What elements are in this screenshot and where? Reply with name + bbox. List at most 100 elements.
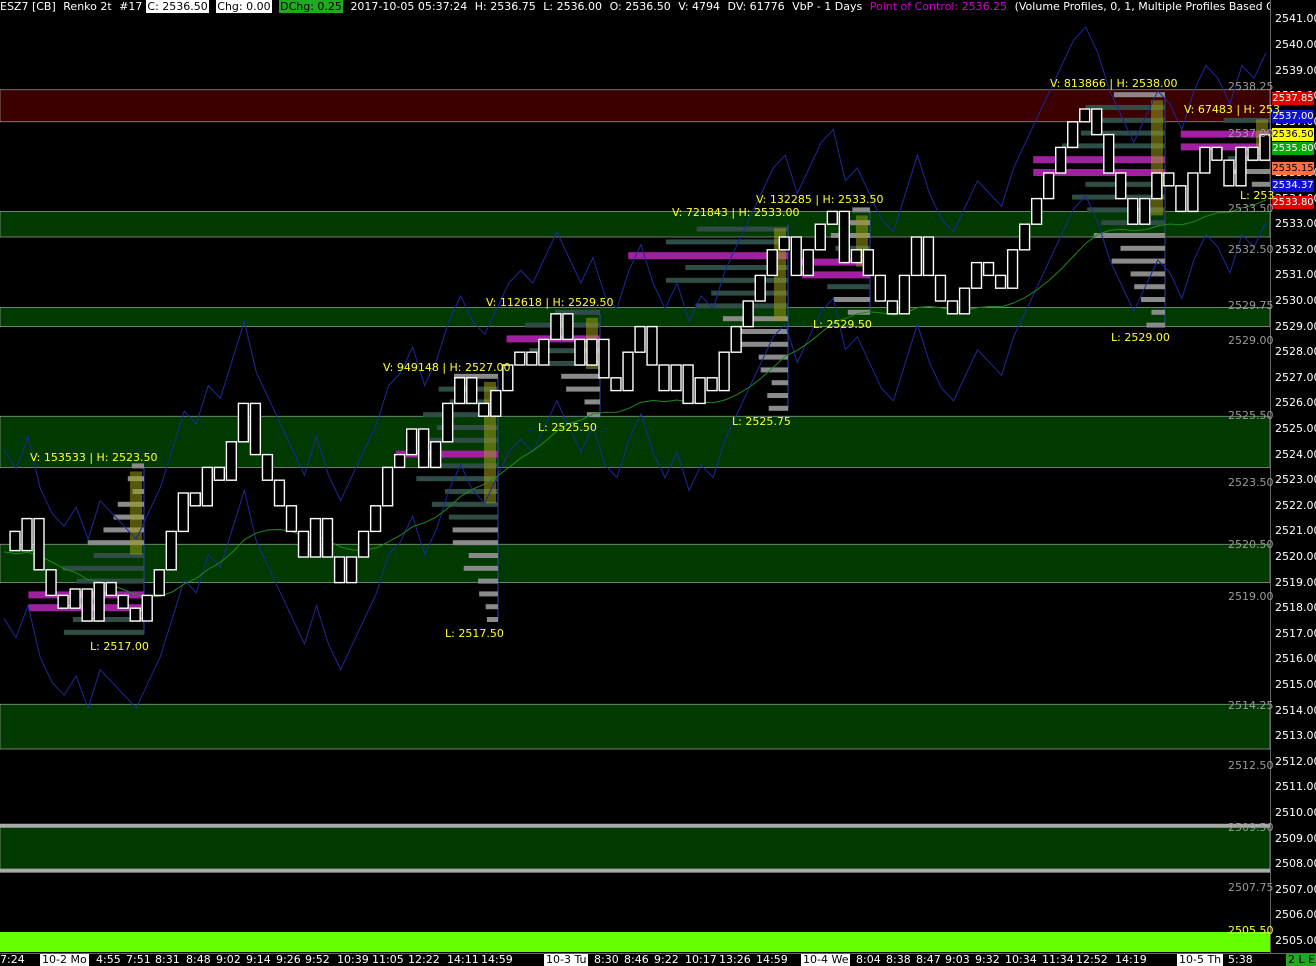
price-tick: 2531.00 xyxy=(1275,268,1316,282)
time-tick: 8:04 xyxy=(856,953,881,966)
renko-brick xyxy=(345,556,358,584)
profile-bar xyxy=(452,527,498,533)
renko-brick xyxy=(1211,146,1223,161)
renko-brick xyxy=(141,594,153,622)
time-tick: 10-5 Th xyxy=(1177,953,1224,966)
zone-price-label: 2505.50 xyxy=(1228,924,1274,937)
renko-brick xyxy=(381,466,394,507)
renko-brick xyxy=(958,287,971,315)
price-tick: 2528.00 xyxy=(1275,345,1316,359)
profile-bar xyxy=(665,239,788,245)
profile-bar xyxy=(736,341,788,347)
renko-brick xyxy=(658,364,670,392)
renko-brick xyxy=(898,274,911,315)
renko-brick xyxy=(706,377,718,392)
renko-brick xyxy=(33,517,45,571)
time-tick: 9:22 xyxy=(654,953,679,966)
profile-bar xyxy=(561,373,600,379)
time-tick: 14:11 xyxy=(447,953,479,966)
renko-brick xyxy=(514,351,526,366)
renko-brick xyxy=(213,466,225,481)
renko-brick xyxy=(1187,172,1199,213)
price-tick: 2510.00 xyxy=(1275,806,1316,819)
volume-profile-label: L: 253 xyxy=(1240,189,1275,202)
time-tick: 9:02 xyxy=(216,953,241,966)
time-tick: 8:30 xyxy=(594,953,619,966)
volume-profile-label: V: 132285 | H: 2533.50 xyxy=(756,193,884,206)
profile-bar xyxy=(1251,181,1270,187)
volume-profile-label: V: 67483 | H: 253 xyxy=(1184,103,1280,116)
renko-brick xyxy=(946,300,959,315)
renko-brick xyxy=(550,313,562,341)
datetime-text: 2017-10-05 05:37:24 xyxy=(350,0,468,13)
price-tick: 2507.00 xyxy=(1275,882,1316,896)
renko-brick xyxy=(790,236,802,277)
zone-price-label: 2514.25 xyxy=(1228,699,1274,712)
renko-brick xyxy=(117,594,129,609)
time-tick: 8:47 xyxy=(916,953,941,966)
price-tick: 2514.00 xyxy=(1275,703,1316,717)
change-value: Chg: 0.00 xyxy=(216,0,272,13)
renko-brick xyxy=(442,402,454,443)
poc-text: Point of Control: 2536.25 xyxy=(869,0,1008,13)
profile-bar xyxy=(767,393,788,398)
study-name: VbP - 1 Days xyxy=(792,0,863,13)
volume-profile-label: L: 2517.00 xyxy=(90,640,149,653)
volume-profile-label: V: 721843 | H: 2533.00 xyxy=(672,206,800,219)
time-tick: 8:46 xyxy=(624,953,649,966)
profile-bar xyxy=(1120,245,1165,251)
renko-brick xyxy=(285,505,298,533)
renko-brick xyxy=(333,556,346,584)
time-tick: 14:59 xyxy=(756,953,788,966)
profile-bar xyxy=(1093,233,1165,238)
support-zone xyxy=(0,211,1270,238)
zone-price-label: 2512.50 xyxy=(1228,759,1274,772)
time-tick: 14:19 xyxy=(1115,953,1147,966)
zone-price-label: 2537.00 xyxy=(1228,127,1274,140)
renko-brick xyxy=(454,377,466,405)
profile-bar xyxy=(63,629,144,635)
profile-bar xyxy=(452,540,498,546)
price-tick: 2532.00 xyxy=(1275,242,1316,256)
renko-brick xyxy=(994,274,1007,289)
time-tick: 9:14 xyxy=(246,953,271,966)
price-tick: 2526.00 xyxy=(1275,396,1316,410)
time-tick: 10-4 We xyxy=(801,953,851,966)
renko-brick xyxy=(1103,133,1115,174)
profile-bar xyxy=(555,309,600,315)
renko-brick xyxy=(405,428,418,456)
time-tick: 8:31 xyxy=(155,953,180,966)
renko-brick xyxy=(1067,121,1079,149)
price-tick: 2539.00 xyxy=(1275,63,1316,77)
volume-profile-label: L: 2525.75 xyxy=(732,415,791,428)
renko-brick xyxy=(393,453,406,469)
price-tick: 2508.00 xyxy=(1275,857,1316,871)
profile-bar xyxy=(768,405,788,411)
volume-profile-label: V: 949148 | H: 2527.00 xyxy=(383,361,511,374)
price-label: 2535.80 xyxy=(1272,142,1314,155)
zone-price-label: 2525.50 xyxy=(1228,409,1274,422)
renko-brick xyxy=(273,479,286,507)
renko-brick xyxy=(45,569,57,597)
renko-brick xyxy=(766,249,778,277)
renko-brick xyxy=(369,505,382,533)
renko-brick xyxy=(105,581,117,597)
volume-profile-label: V: 813866 | H: 2538.00 xyxy=(1050,77,1178,90)
zone-price-label: 2509.50 xyxy=(1228,821,1274,834)
price-tick: 2522.00 xyxy=(1275,498,1316,512)
renko-brick xyxy=(57,594,69,609)
time-tick: 13:26 xyxy=(719,953,751,966)
close-value: C: 2536.50 xyxy=(146,0,209,13)
price-label: 2535.15 xyxy=(1272,162,1314,175)
profile-bar xyxy=(1130,271,1165,277)
chart-number-text: #17 xyxy=(119,0,143,13)
renko-brick xyxy=(874,274,887,302)
time-tick: 12:22 xyxy=(408,953,440,966)
price-tick: 2527.00 xyxy=(1275,370,1316,384)
zone-price-label: 2529.75 xyxy=(1228,299,1274,312)
renko-brick xyxy=(1115,172,1127,200)
renko-chart[interactable] xyxy=(0,0,1270,953)
time-axis[interactable]: 7:24 10-2 Mo 4:55 7:51 8:31 8:48 9:02 9:14 9:26 9… xyxy=(0,953,1316,966)
renko-brick xyxy=(730,325,742,353)
renko-brick xyxy=(598,338,610,379)
